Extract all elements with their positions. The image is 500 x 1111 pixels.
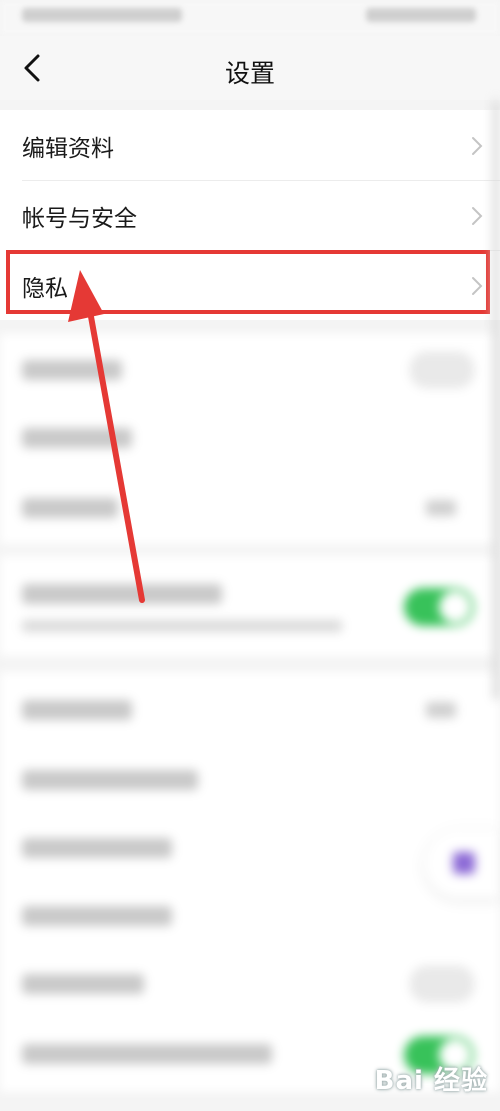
blurred-value xyxy=(426,500,456,516)
settings-item-label: 隐私 xyxy=(22,276,68,302)
settings-group-display xyxy=(0,334,500,544)
blurred-item xyxy=(22,428,132,448)
page-title: 设置 xyxy=(224,59,275,88)
divider xyxy=(22,180,500,181)
blurred-item xyxy=(22,974,144,994)
settings-item-privacy[interactable]: 隐私 xyxy=(0,252,500,320)
blurred-item xyxy=(22,906,172,926)
settings-group-misc xyxy=(0,672,500,1092)
blurred-subtitle xyxy=(22,620,342,632)
settings-group-account: 编辑资料 帐号与安全 隐私 xyxy=(0,110,500,320)
chevron-right-icon xyxy=(472,137,483,155)
blurred-item xyxy=(22,838,172,858)
floating-button[interactable] xyxy=(425,830,500,898)
blurred-item xyxy=(22,770,198,790)
toggle-switch[interactable] xyxy=(404,588,474,626)
toggle-switch[interactable] xyxy=(410,352,474,388)
blurred-item xyxy=(22,700,132,720)
status-bar xyxy=(0,0,500,36)
blurred-item xyxy=(22,498,118,518)
settings-group-auto xyxy=(0,556,500,656)
settings-item-account-security[interactable]: 帐号与安全 xyxy=(0,182,500,250)
settings-item-edit-profile[interactable]: 编辑资料 xyxy=(0,112,500,180)
blurred-value xyxy=(426,702,456,718)
blurred-item xyxy=(22,360,122,380)
settings-item-label: 帐号与安全 xyxy=(22,206,137,232)
chevron-right-icon xyxy=(472,277,483,295)
blurred-item xyxy=(22,584,222,604)
nav-bar: 设置 xyxy=(0,36,500,100)
scrollbar[interactable] xyxy=(493,100,499,700)
blurred-item xyxy=(22,1044,272,1064)
settings-item-label: 编辑资料 xyxy=(22,136,114,162)
chevron-right-icon xyxy=(472,207,483,225)
divider xyxy=(22,250,500,251)
toggle-switch[interactable] xyxy=(410,966,474,1002)
watermark: Bai 经验 xyxy=(374,1066,488,1096)
